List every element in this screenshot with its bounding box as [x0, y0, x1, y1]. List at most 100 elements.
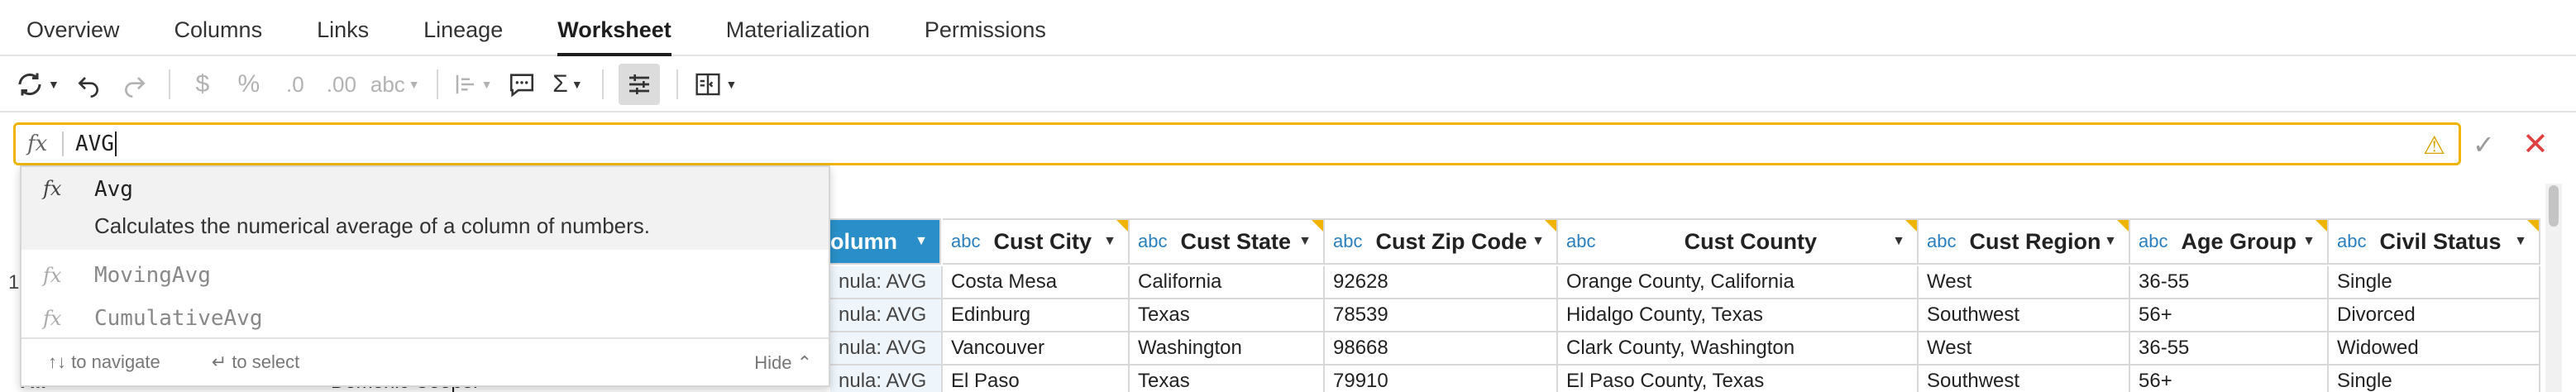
chevron-down-icon[interactable]: ▼: [1103, 234, 1116, 249]
tab-worksheet[interactable]: Worksheet: [557, 17, 671, 56]
column-header-civil-status[interactable]: abc Civil Status ▼: [2329, 218, 2540, 265]
row-header-partial: 1: [8, 271, 20, 294]
table-cell[interactable]: Vancouver: [943, 332, 1130, 366]
warning-flag: [2316, 220, 2327, 232]
table-cell[interactable]: El Paso County, Texas: [1558, 366, 1919, 392]
table-cell[interactable]: 36-55: [2130, 266, 2329, 299]
column-header-new[interactable]: olumn ▼: [830, 218, 941, 265]
suggestion-cumulativeavg[interactable]: fx CumulativeAvg: [22, 298, 829, 339]
close-icon: ✕: [2522, 127, 2549, 162]
formula-bar-toggle[interactable]: [618, 64, 660, 105]
tab-columns[interactable]: Columns: [174, 17, 263, 55]
column-header-cust-city[interactable]: abc Cust City ▼: [943, 218, 1130, 265]
undo-icon: [78, 77, 98, 98]
text-type-icon: abc: [1566, 231, 1596, 251]
warning-flag: [2117, 220, 2129, 232]
tab-overview[interactable]: Overview: [26, 17, 120, 55]
table-cell[interactable]: nula: AVG: [830, 266, 943, 299]
chevron-down-icon[interactable]: ▼: [2302, 234, 2316, 249]
column-header-label: olumn: [830, 228, 897, 254]
table-cell[interactable]: El Paso: [943, 366, 1130, 392]
table-cell[interactable]: 56+: [2130, 366, 2329, 392]
redo-icon: [124, 77, 146, 98]
tab-lineage[interactable]: Lineage: [423, 17, 503, 55]
decrease-decimal-button[interactable]: .0: [278, 64, 313, 105]
chevron-down-icon[interactable]: ▼: [1298, 234, 1312, 249]
chevron-down-icon[interactable]: ▼: [2514, 234, 2527, 249]
table-cell[interactable]: Texas: [1130, 366, 1325, 392]
table-cell[interactable]: West: [1919, 332, 2130, 366]
data-type-dropdown[interactable]: abc ▼: [370, 64, 420, 105]
column-header-cust-county[interactable]: abc Cust County ▼: [1558, 218, 1919, 265]
table-cell[interactable]: Southwest: [1919, 366, 2130, 392]
table-cell[interactable]: 78539: [1325, 299, 1558, 332]
table-cell[interactable]: Orange County, California: [1558, 266, 1919, 299]
percent-format-button[interactable]: %: [232, 64, 266, 105]
suggestion-movingavg[interactable]: fx MovingAvg: [22, 255, 829, 296]
table-cell[interactable]: 98668: [1325, 332, 1558, 366]
warning-flag: [1545, 220, 1556, 232]
align-dropdown[interactable]: ▼: [453, 64, 493, 105]
accept-formula-button[interactable]: ✓: [2473, 129, 2495, 160]
column-layout-dropdown[interactable]: ▼: [693, 64, 737, 105]
formula-autocomplete-popup: fx Avg Calculates the numerical average …: [20, 165, 830, 387]
tab-materialization[interactable]: Materialization: [726, 17, 870, 55]
warning-flag: [2527, 220, 2539, 232]
refresh-dropdown-button[interactable]: ▼: [15, 64, 60, 105]
tab-permissions[interactable]: Permissions: [925, 17, 1046, 55]
table-cell[interactable]: nula: AVG: [830, 332, 943, 366]
chevron-down-icon[interactable]: ▼: [915, 234, 928, 249]
table-cell[interactable]: 92628: [1325, 266, 1558, 299]
increase-decimal-button[interactable]: .00: [324, 64, 359, 105]
table-cell[interactable]: Clark County, Washington: [1558, 332, 1919, 366]
column-header-label: Cust State: [1180, 228, 1292, 254]
table-cell[interactable]: 36-55: [2130, 332, 2329, 366]
table-cell[interactable]: Costa Mesa: [943, 266, 1130, 299]
column-header-cust-state[interactable]: abc Cust State ▼: [1130, 218, 1325, 265]
column-header-cust-region[interactable]: abc Cust Region ▼: [1919, 218, 2130, 265]
suggestion-name: CumulativeAvg: [94, 306, 263, 331]
comment-icon: [509, 74, 533, 98]
comment-button[interactable]: [504, 64, 539, 105]
column-header-label: Cust County: [1684, 228, 1818, 254]
cancel-formula-button[interactable]: ✕: [2522, 126, 2549, 163]
warning-icon[interactable]: ⚠: [2423, 131, 2445, 160]
check-icon: ✓: [2473, 130, 2495, 160]
suggestion-avg[interactable]: fx Avg Calculates the numerical average …: [22, 167, 829, 250]
table-cell[interactable]: 56+: [2130, 299, 2329, 332]
toolbar-divider: [436, 69, 438, 99]
table-cell[interactable]: Edinburg: [943, 299, 1130, 332]
tab-links[interactable]: Links: [317, 17, 369, 55]
table-cell[interactable]: Texas: [1130, 299, 1325, 332]
column-header-cust-zip-code[interactable]: abc Cust Zip Code ▼: [1325, 218, 1558, 265]
chevron-down-icon: ▼: [571, 78, 583, 91]
table-cell[interactable]: nula: AVG: [830, 299, 943, 332]
table-cell[interactable]: California: [1130, 266, 1325, 299]
redo-button[interactable]: [117, 64, 152, 105]
chevron-up-icon: ⌃: [796, 352, 812, 373]
currency-format-button[interactable]: $: [185, 64, 220, 105]
summarize-dropdown[interactable]: Σ ▼: [551, 64, 585, 105]
function-icon: fx: [43, 264, 62, 287]
table-cell[interactable]: Single: [2329, 366, 2540, 392]
scrollbar-thumb[interactable]: [2549, 185, 2559, 227]
chevron-down-icon[interactable]: ▼: [1892, 234, 1905, 249]
hide-button[interactable]: Hide ⌃: [754, 352, 812, 374]
navigate-hint: ↑↓ to navigate: [48, 351, 160, 373]
column-header-age-group[interactable]: abc Age Group ▼: [2130, 218, 2329, 265]
table-cell[interactable]: Hidalgo County, Texas: [1558, 299, 1919, 332]
table-cell[interactable]: Single: [2329, 266, 2540, 299]
table-cell[interactable]: West: [1919, 266, 2130, 299]
formula-input[interactable]: AVG: [75, 131, 114, 156]
chevron-down-icon[interactable]: ▼: [2104, 234, 2117, 249]
percent-icon: %: [237, 70, 260, 98]
table-cell[interactable]: 79910: [1325, 366, 1558, 392]
table-cell[interactable]: Southwest: [1919, 299, 2130, 332]
chevron-down-icon[interactable]: ▼: [1532, 234, 1545, 249]
table-cell[interactable]: Widowed: [2329, 332, 2540, 366]
formula-bar[interactable]: fx AVG ⚠: [13, 122, 2461, 165]
table-cell[interactable]: nula: AVG: [830, 366, 943, 392]
table-cell[interactable]: Divorced: [2329, 299, 2540, 332]
undo-button[interactable]: [71, 64, 106, 105]
table-cell[interactable]: Washington: [1130, 332, 1325, 366]
